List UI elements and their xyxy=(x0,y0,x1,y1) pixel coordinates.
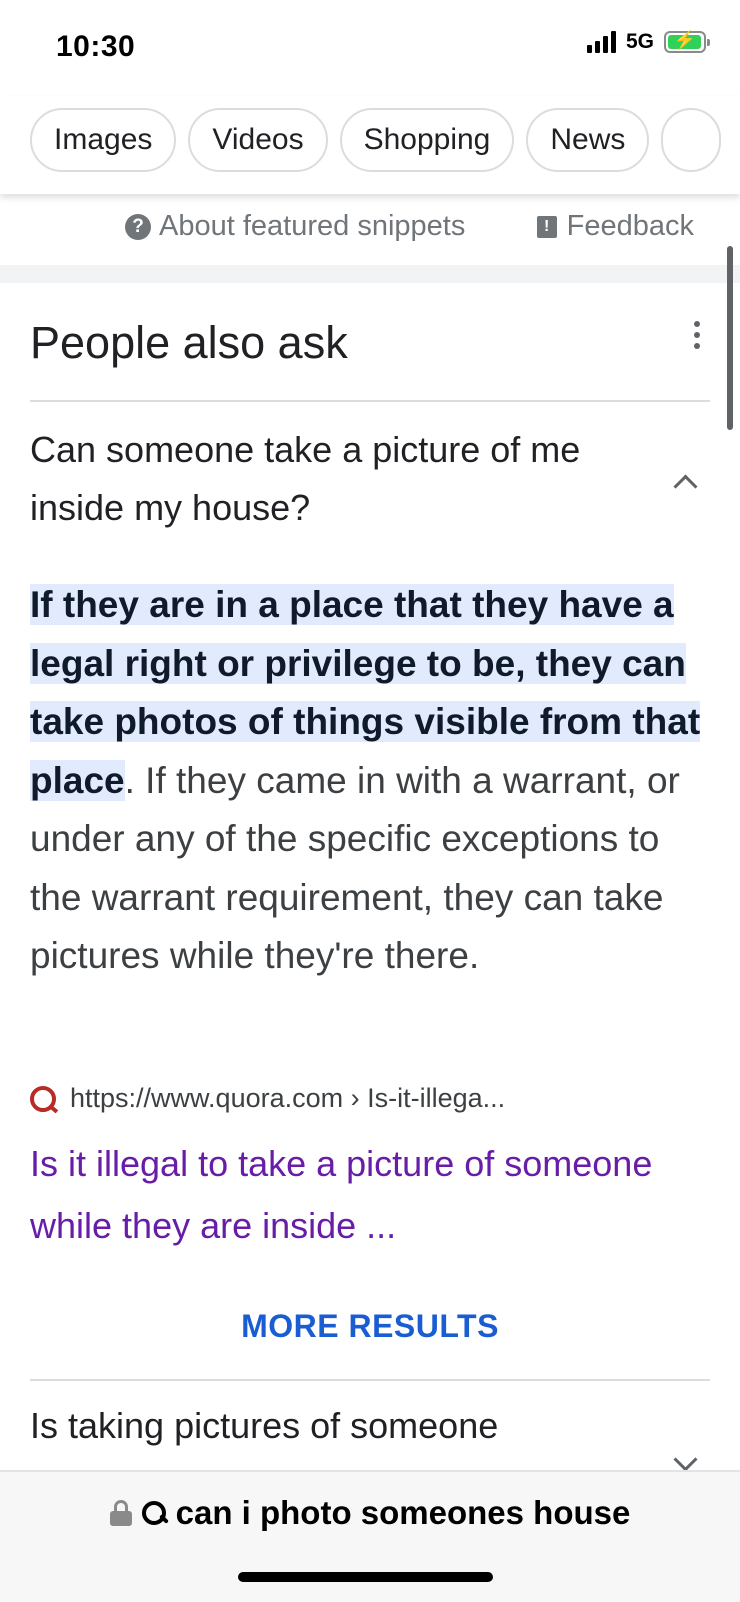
more-results-button[interactable]: MORE RESULTS xyxy=(0,1308,740,1345)
network-label: 5G xyxy=(625,30,654,53)
about-label: About featured snippets xyxy=(159,210,466,242)
chip-images[interactable]: Images xyxy=(30,108,177,172)
status-bar: 10:30 5G ⚡ xyxy=(0,0,740,96)
chevron-up-icon[interactable] xyxy=(673,474,698,499)
home-indicator[interactable] xyxy=(238,1572,493,1582)
paa-answer: If they are in a place that they have a … xyxy=(30,576,720,986)
more-options-icon[interactable] xyxy=(692,321,702,349)
address-bar-content: can i photo someones house xyxy=(0,1494,740,1532)
chips-row: Images Videos Shopping News xyxy=(30,108,722,172)
feedback-icon: ! xyxy=(536,215,557,238)
address-bar[interactable]: can i photo someones house xyxy=(0,1470,740,1602)
chip-news[interactable]: News xyxy=(526,108,650,172)
result-source[interactable]: https://www.quora.com › Is-it-illega... xyxy=(30,1083,505,1114)
help-icon: ? xyxy=(125,213,151,240)
answer-rest: . If they came in with a warrant, or und… xyxy=(30,759,680,977)
search-type-chips-bar: Images Videos Shopping News xyxy=(0,96,740,194)
chip-more[interactable] xyxy=(661,108,722,172)
paa-question-2[interactable]: Is taking pictures of someone xyxy=(30,1405,498,1447)
chip-videos[interactable]: Videos xyxy=(188,108,328,172)
result-title-link[interactable]: Is it illegal to take a picture of someo… xyxy=(30,1133,670,1257)
chip-shopping[interactable]: Shopping xyxy=(339,108,515,172)
status-time: 10:30 xyxy=(56,30,136,63)
paa-title: People also ask xyxy=(30,317,348,368)
quora-icon xyxy=(30,1085,56,1112)
feedback-label: Feedback xyxy=(566,210,694,242)
lock-icon xyxy=(109,1500,132,1526)
paa-question-1[interactable]: Can someone take a picture of me inside … xyxy=(30,421,650,537)
search-icon xyxy=(140,1499,168,1527)
featured-snippet-footer: ? About featured snippets ! Feedback xyxy=(0,196,740,262)
feedback-link[interactable]: ! Feedback xyxy=(536,210,694,243)
battery-icon: ⚡ xyxy=(664,30,710,53)
status-indicators: 5G ⚡ xyxy=(586,30,710,54)
section-divider xyxy=(0,265,740,283)
signal-icon xyxy=(586,31,616,53)
scrollbar[interactable] xyxy=(727,246,733,430)
divider xyxy=(30,400,710,402)
chevron-down-icon[interactable] xyxy=(673,1447,698,1472)
divider xyxy=(30,1379,710,1381)
source-url: https://www.quora.com › Is-it-illega... xyxy=(70,1083,506,1113)
search-query: can i photo someones house xyxy=(175,1494,631,1531)
about-featured-snippets-link[interactable]: ? About featured snippets xyxy=(125,210,465,243)
